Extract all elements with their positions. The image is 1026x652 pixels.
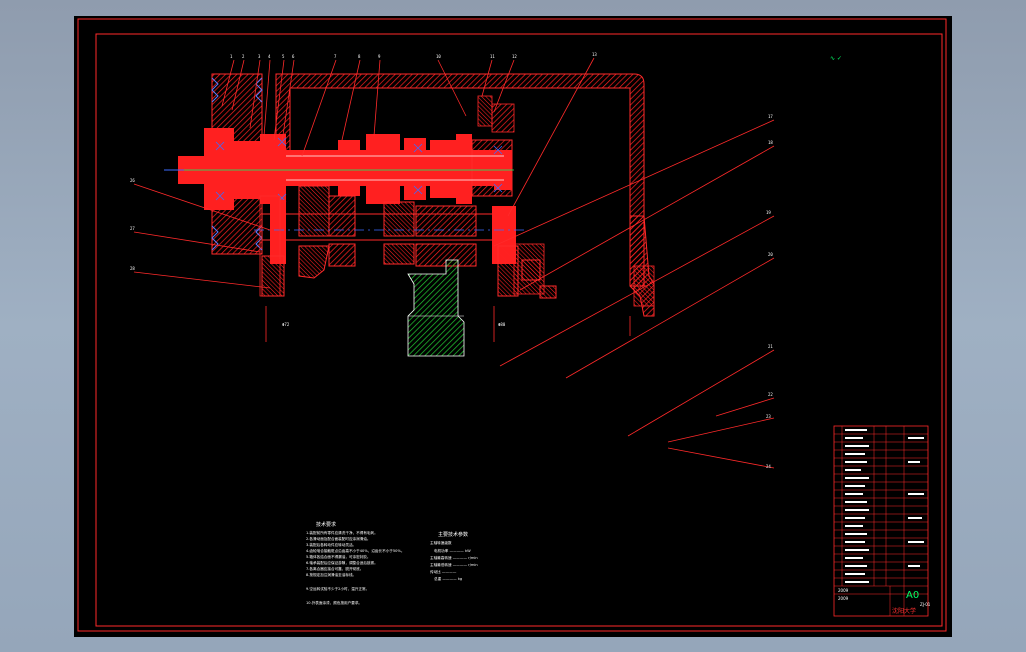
balloon: 23 <box>766 414 771 419</box>
balloon: 26 <box>130 178 135 183</box>
balloon: 21 <box>768 344 773 349</box>
svg-text:8.按规定加注润滑油至油标线。: 8.按规定加注润滑油至油标线。 <box>306 572 356 577</box>
cad-viewport[interactable]: Φ72 Φ80 1 2 3 4 5 6 7 8 9 10 11 12 13 17… <box>74 16 952 637</box>
balloon: 1 <box>230 54 233 59</box>
svg-text:9.空运转试验不少于2小时，温升正常。: 9.空运转试验不少于2小时，温升正常。 <box>306 586 369 591</box>
balloon: 7 <box>334 54 337 59</box>
svg-text:电机功率 ———— kW: 电机功率 ———— kW <box>434 548 471 553</box>
balloon: 5 <box>282 54 285 59</box>
svg-text:2.各滑动面及配合面装配时应涂润滑油。: 2.各滑动面及配合面装配时应涂润滑油。 <box>306 536 371 541</box>
balloon: 17 <box>768 114 773 119</box>
balloon: 10 <box>436 54 441 59</box>
mating-gear-green <box>407 259 465 357</box>
balloon: 20 <box>768 252 773 257</box>
date-1: 2009 <box>838 588 849 593</box>
balloon: 22 <box>768 392 773 397</box>
balloon: 4 <box>268 54 271 59</box>
balloon: 8 <box>358 54 361 59</box>
balloon: 24 <box>766 464 771 469</box>
svg-text:10.外表面涂漆，颜色按用户要求。: 10.外表面涂漆，颜色按用户要求。 <box>306 600 362 605</box>
balloon: 9 <box>378 54 381 59</box>
svg-text:主轴最低转速 ———— r/min: 主轴最低转速 ———— r/min <box>430 562 478 567</box>
tech-notes-title: 技术要求 <box>316 521 336 528</box>
svg-text:6.轴承装配后应保证游隙，调整合适后锁紧。: 6.轴承装配后应保证游隙，调整合适后锁紧。 <box>306 560 378 565</box>
corner-mark: ∿ ✓ <box>830 55 842 62</box>
title-block: 2009 2009 A0 ZJ-01 沈阳大学 <box>833 425 931 617</box>
svg-text:7.各离合器应接合可靠，脱开彻底。: 7.各离合器应接合可靠，脱开彻底。 <box>306 566 363 571</box>
balloon: 2 <box>242 54 245 59</box>
sheet-size: A0 <box>906 590 919 601</box>
balloon: 6 <box>292 54 295 59</box>
balloon: 27 <box>130 226 135 231</box>
drawing-number: ZJ-01 <box>920 602 931 607</box>
svg-text:主轴最高转速 ———— r/min: 主轴最高转速 ———— r/min <box>430 555 478 560</box>
technical-requirements: 技术要求 1.装配前所有零件应清洗干净，不得有毛刺。 2.各滑动面及配合面装配时… <box>306 521 404 605</box>
svg-text:总重 ———— kg: 总重 ———— kg <box>434 576 462 581</box>
balloon: 12 <box>512 54 517 59</box>
balloon: 13 <box>592 52 597 57</box>
svg-text:4.齿轮啮合接触斑点沿齿高不小于40%，沿齿长不小于50%。: 4.齿轮啮合接触斑点沿齿高不小于40%，沿齿长不小于50%。 <box>306 548 404 553</box>
svg-text:Φ72: Φ72 <box>282 322 290 327</box>
svg-text:传动比 ————: 传动比 ———— <box>430 569 457 574</box>
balloon: 11 <box>490 54 495 59</box>
balloon: 3 <box>258 54 261 59</box>
balloon: 18 <box>768 140 773 145</box>
balloon: 19 <box>766 210 771 215</box>
spec-title: 主要技术参数 <box>438 531 468 538</box>
gearbox-assembly-drawing: Φ72 Φ80 1 2 3 4 5 6 7 8 9 10 11 12 13 17… <box>77 18 947 632</box>
technical-specs: 主要技术参数 主轴转速级数 电机功率 ———— kW 主轴最高转速 ———— r… <box>430 531 478 581</box>
svg-text:5.箱体各结合面不得漏油，可涂密封胶。: 5.箱体各结合面不得漏油，可涂密封胶。 <box>306 554 371 559</box>
balloon: 28 <box>130 266 135 271</box>
school-name: 沈阳大学 <box>892 607 916 615</box>
svg-text:Φ80: Φ80 <box>498 322 506 327</box>
svg-text:1.装配前所有零件应清洗干净，不得有毛刺。: 1.装配前所有零件应清洗干净，不得有毛刺。 <box>306 530 378 535</box>
svg-text:3.装配后各转动件应转动灵活。: 3.装配后各转动件应转动灵活。 <box>306 542 356 547</box>
date-2: 2009 <box>838 596 849 601</box>
svg-text:主轴转速级数: 主轴转速级数 <box>430 540 452 545</box>
